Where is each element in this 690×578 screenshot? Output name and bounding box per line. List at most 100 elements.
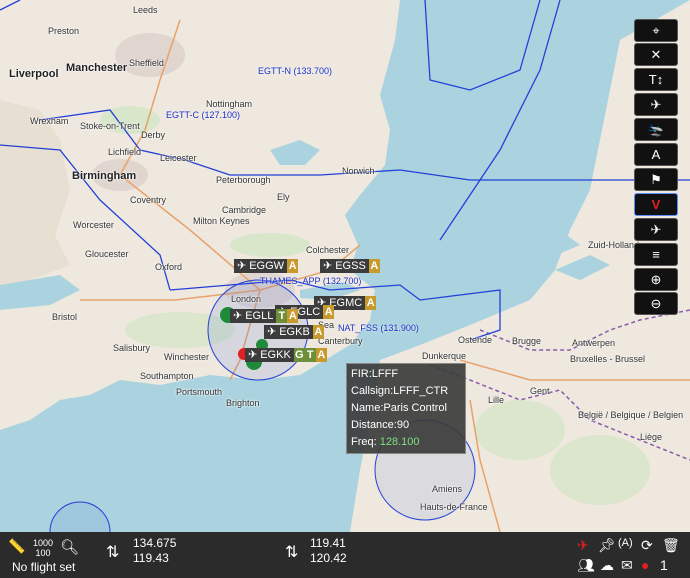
fir-tooltip: FIR:LFFF Callsign:LFFF_CTR Name:Paris Co… (346, 363, 466, 454)
com2-active[interactable]: 119.41 (310, 536, 346, 550)
plane-slash-button[interactable]: ✈ (634, 93, 678, 116)
city-label: Bristol (52, 312, 78, 322)
airport-label-eggw[interactable]: ✈ EGGW A (234, 259, 299, 273)
crosshair-button[interactable]: ⌖ (634, 19, 678, 42)
city-label: Leicester (160, 153, 197, 163)
ruler-icon[interactable]: 📏 (8, 538, 25, 555)
atc-tag[interactable]: T (276, 309, 288, 323)
city-label: Lichfield (108, 147, 142, 157)
text-height-icon: T↕ (648, 72, 664, 87)
city-label: België / Belgique / Belgien (578, 410, 684, 420)
city-label: Leeds (133, 5, 158, 15)
atc-tag[interactable]: A (312, 325, 324, 339)
notification-count: 1 (660, 557, 668, 573)
scale-top: 1000 (33, 538, 54, 548)
pin-icon[interactable]: 📌︎ (598, 537, 616, 554)
mail-icon[interactable]: ✉ (621, 557, 633, 574)
plane-landing-button[interactable]: 🛬 (634, 118, 678, 141)
tooltip-fir: FIR:LFFF (351, 368, 399, 380)
refresh-icon[interactable]: ⟳ (641, 537, 653, 554)
city-label: Stoke-on-Trent (80, 121, 140, 131)
city-label: London (231, 294, 262, 304)
airport-label-egss[interactable]: ✈ EGSS A (320, 259, 380, 273)
tooltip-distance: Distance:90 (351, 419, 410, 431)
vatsim-v-button[interactable]: V (634, 193, 678, 216)
city-label: Worcester (73, 220, 114, 230)
city-label: Hauts-de-France (420, 502, 488, 512)
search-icon[interactable]: 🔍︎ (60, 538, 79, 556)
city-label: Coventry (130, 195, 167, 205)
tooltip-callsign: Callsign:LFFF_CTR (351, 385, 449, 397)
city-label: Colchester (306, 245, 350, 255)
plane-icon: ✈ (323, 260, 333, 272)
pennant-button[interactable]: ⚑ (634, 168, 678, 191)
airport-code: ✈ EGSS (320, 259, 369, 273)
close-button[interactable]: ✕ (634, 43, 678, 66)
atc-tag[interactable]: A (368, 259, 380, 273)
map-view[interactable]: Leeds Preston Manchester Sheffield Liverpool… (0, 0, 690, 532)
text-height-button[interactable]: T↕ (634, 68, 678, 91)
city-label: Salisbury (113, 343, 151, 353)
city-label: Brighton (226, 398, 260, 408)
scale-indicator[interactable]: 1000 100 (33, 538, 53, 558)
com2-standby[interactable]: 120.42 (310, 551, 347, 565)
vatsim-v-icon: V (651, 197, 661, 212)
atc-tag[interactable]: A (287, 259, 299, 273)
atc-icon[interactable]: (A) (618, 537, 633, 549)
tooltip-freq: Freq: 128.100 (351, 436, 420, 448)
city-label: Manchester (66, 62, 128, 74)
plane-landing-icon: 🛬 (647, 121, 665, 137)
city-label: Portsmouth (176, 387, 223, 397)
close-icon: ✕ (650, 46, 662, 62)
trash-icon[interactable]: 🗑︎ (662, 537, 680, 554)
layers-button[interactable]: ≡ (634, 243, 678, 266)
city-label: Ely (277, 192, 290, 202)
swap-com1-icon[interactable]: ⇅ (106, 542, 119, 562)
zoom-out-button[interactable]: ⊖ (634, 292, 678, 315)
city-label: Cambridge (222, 205, 267, 215)
fir-label[interactable]: THAMES_APP (132.700) (260, 276, 361, 286)
atc-tag[interactable]: A (365, 296, 377, 310)
users-icon[interactable]: 👥︎ (577, 557, 595, 574)
plane-slash-toggle-icon[interactable]: ✈ (577, 537, 589, 554)
city-label: Liège (640, 432, 663, 442)
city-label: Zuid-Holland (588, 240, 640, 250)
atc-tag[interactable]: A (323, 305, 335, 319)
weather-icon[interactable]: ☁ (600, 557, 614, 574)
city-label: Antwerpen (572, 338, 616, 348)
airport-code: ✈ EGKB (264, 325, 313, 339)
plane-icon: ✈ (237, 260, 247, 272)
atc-tag[interactable]: G (293, 348, 305, 362)
com1-active[interactable]: 134.675 (133, 536, 176, 550)
city-label: Winchester (164, 352, 210, 362)
globe-icon[interactable]: ● (641, 557, 649, 573)
city-label: Brugge (512, 336, 542, 346)
plane-cancel-button[interactable]: ✈ (634, 218, 678, 241)
city-label: Wrexham (30, 116, 69, 126)
atc-tag[interactable]: A (315, 348, 327, 362)
fir-label[interactable]: EGTT-N (133.700) (258, 66, 332, 76)
atc-tag[interactable]: A (287, 309, 299, 323)
swap-com2-icon[interactable]: ⇅ (285, 542, 298, 562)
city-label: Gent (530, 386, 550, 396)
fir-label[interactable]: EGTT-C (127.100) (166, 110, 240, 120)
atc-tower-button[interactable]: A (634, 143, 678, 166)
zoom-in-button[interactable]: ⊕ (634, 268, 678, 291)
city-label: Birmingham (72, 170, 137, 182)
layers-icon: ≡ (652, 247, 660, 262)
airport-label-egkb[interactable]: ✈ EGKB A (264, 325, 324, 339)
city-label: Preston (48, 26, 80, 36)
atc-tag[interactable]: T (304, 348, 316, 362)
zoom-in-icon: ⊕ (650, 271, 662, 287)
city-label: Sheffield (129, 58, 164, 68)
plane-icon: ✈ (248, 349, 258, 361)
airport-label-egkk[interactable]: ✈ EGKK G T A (245, 348, 327, 362)
airport-label-egll[interactable]: ✈ EGLL T A (230, 309, 299, 323)
bottom-status-bar: 📏 1000 100 🔍︎ No flight set ⇅ 134.675 11… (0, 532, 690, 578)
scale-bottom: 100 (35, 548, 51, 558)
city-label: Bruxelles - Brussel (570, 354, 646, 364)
city-label: Southampton (140, 371, 194, 381)
com1-standby[interactable]: 119.43 (133, 551, 169, 565)
fir-label[interactable]: NAT_FSS (131.900) (338, 323, 419, 333)
airport-code: ✈ EGLL (230, 309, 277, 323)
